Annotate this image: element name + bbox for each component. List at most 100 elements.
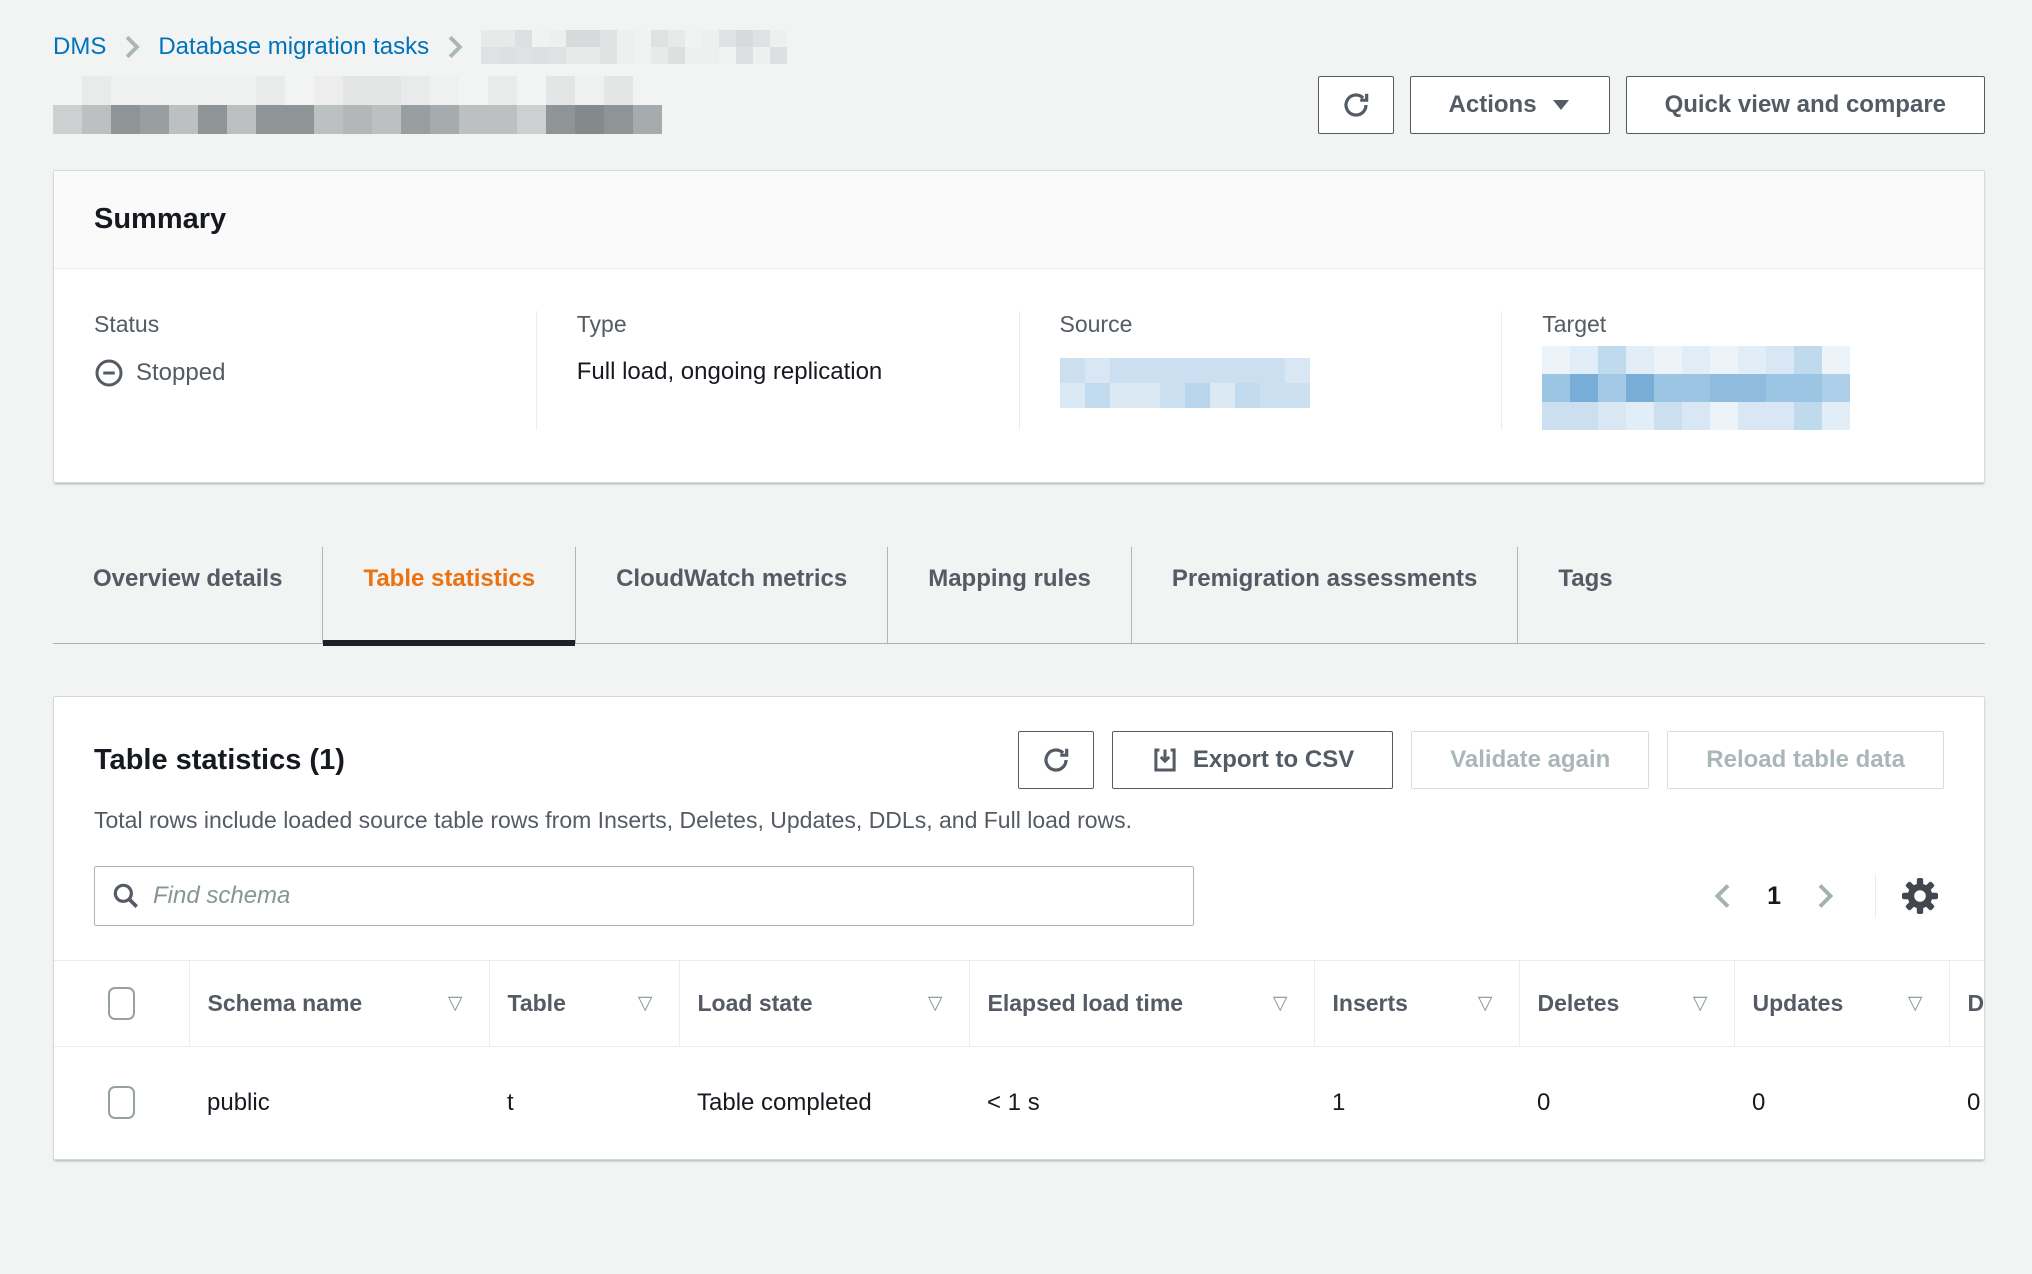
table-statistics-header: Table statistics (1) Export to CSV Valid… xyxy=(54,697,1984,789)
schema-search xyxy=(94,866,1194,926)
tab-table-statistics[interactable]: Table statistics xyxy=(323,547,576,643)
sort-icon: ▽ xyxy=(638,992,653,1015)
column-label: DDLs xyxy=(1968,990,1986,1017)
quick-view-compare-button[interactable]: Quick view and compare xyxy=(1626,76,1985,134)
chevron-right-icon xyxy=(122,34,142,60)
column-label: Schema name xyxy=(208,990,363,1017)
sort-load-state[interactable]: Load state ▽ xyxy=(698,990,969,1017)
sort-icon: ▽ xyxy=(1908,992,1923,1015)
pager-divider xyxy=(1875,874,1876,918)
sort-inserts[interactable]: Inserts ▽ xyxy=(1333,990,1519,1017)
next-page-button[interactable] xyxy=(1801,881,1851,911)
cell-ddls: 0 xyxy=(1949,1047,1985,1159)
column-label: Updates xyxy=(1753,990,1844,1017)
summary-body: Status Stopped Type Full load, ongoing r… xyxy=(54,269,1984,482)
summary-source-field: Source xyxy=(1019,311,1502,430)
tab-cloudwatch-metrics[interactable]: CloudWatch metrics xyxy=(576,547,888,643)
sort-updates[interactable]: Updates ▽ xyxy=(1753,990,1949,1017)
table-statistics-buttons: Export to CSV Validate again Reload tabl… xyxy=(1018,731,1944,789)
refresh-button[interactable] xyxy=(1318,76,1394,134)
sort-icon: ▽ xyxy=(448,992,463,1015)
target-label: Target xyxy=(1542,311,1954,338)
cell-elapsed-load-time: < 1 s xyxy=(969,1047,1314,1159)
reload-table-data-label: Reload table data xyxy=(1706,746,1905,774)
table-header-row: Schema name ▽ Table ▽ Load state ▽ xyxy=(54,961,1985,1047)
cell-load-state: Table completed xyxy=(679,1047,969,1159)
column-header-deletes: Deletes ▽ xyxy=(1519,961,1734,1047)
cell-schema-name: public xyxy=(189,1047,489,1159)
column-label: Table xyxy=(508,990,566,1017)
chevron-right-icon xyxy=(1815,881,1837,911)
chevron-left-icon xyxy=(1711,881,1733,911)
caret-down-icon xyxy=(1551,98,1571,112)
status-label: Status xyxy=(94,311,506,338)
select-all-checkbox[interactable] xyxy=(108,987,135,1020)
summary-type-field: Type Full load, ongoing replication xyxy=(536,311,1019,430)
type-value: Full load, ongoing replication xyxy=(577,358,989,386)
sort-icon: ▽ xyxy=(1693,992,1708,1015)
refresh-icon xyxy=(1340,89,1372,121)
column-header-schema-name: Schema name ▽ xyxy=(189,961,489,1047)
task-tabs: Overview details Table statistics CloudW… xyxy=(53,547,1985,644)
summary-target-field: Target xyxy=(1501,311,1984,430)
cell-inserts: 1 xyxy=(1314,1047,1519,1159)
table-statistics-description: Total rows include loaded source table r… xyxy=(54,789,1984,834)
table-toolbar: 1 xyxy=(54,834,1984,926)
status-value: Stopped xyxy=(94,358,506,388)
summary-status-field: Status Stopped xyxy=(54,311,536,430)
table-refresh-button[interactable] xyxy=(1018,731,1094,789)
status-text: Stopped xyxy=(136,359,225,387)
pagination: 1 xyxy=(1697,874,1944,918)
type-label: Type xyxy=(577,311,989,338)
export-csv-label: Export to CSV xyxy=(1193,746,1354,774)
sort-schema-name[interactable]: Schema name ▽ xyxy=(208,990,489,1017)
table-statistics-card: Table statistics (1) Export to CSV Valid… xyxy=(53,696,1985,1160)
breadcrumb-task-name-redacted xyxy=(481,30,787,64)
summary-title: Summary xyxy=(94,203,1944,236)
row-select-cell xyxy=(54,1047,189,1159)
quick-view-compare-label: Quick view and compare xyxy=(1665,91,1946,119)
previous-page-button[interactable] xyxy=(1697,881,1747,911)
page-title-redacted xyxy=(53,76,662,134)
sort-elapsed-load-time[interactable]: Elapsed load time ▽ xyxy=(988,990,1314,1017)
column-label: Deletes xyxy=(1538,990,1620,1017)
breadcrumb-tasks-link[interactable]: Database migration tasks xyxy=(158,33,429,61)
current-page-number[interactable]: 1 xyxy=(1755,882,1793,911)
breadcrumb-dms-link[interactable]: DMS xyxy=(53,33,106,61)
reload-table-data-button: Reload table data xyxy=(1667,731,1944,789)
column-label: Inserts xyxy=(1333,990,1408,1017)
dms-task-page: DMS Database migration tasks Actions xyxy=(0,0,2032,1160)
page-header: Actions Quick view and compare xyxy=(53,74,1985,136)
validate-again-button: Validate again xyxy=(1411,731,1649,789)
table-statistics-table: Schema name ▽ Table ▽ Load state ▽ xyxy=(54,960,1985,1159)
target-endpoint-link-redacted[interactable] xyxy=(1542,346,1850,430)
sort-table[interactable]: Table ▽ xyxy=(508,990,679,1017)
column-label: Elapsed load time xyxy=(988,990,1184,1017)
tab-overview-details[interactable]: Overview details xyxy=(53,547,323,643)
column-header-elapsed-load-time: Elapsed load time ▽ xyxy=(969,961,1314,1047)
column-header-inserts: Inserts ▽ xyxy=(1314,961,1519,1047)
source-endpoint-link-redacted[interactable] xyxy=(1060,358,1310,408)
tab-premigration-assessments[interactable]: Premigration assessments xyxy=(1132,547,1518,643)
find-schema-input[interactable] xyxy=(94,866,1194,926)
actions-dropdown-label: Actions xyxy=(1449,91,1537,119)
tab-mapping-rules[interactable]: Mapping rules xyxy=(888,547,1132,643)
table-row: public t Table completed < 1 s 1 0 0 0 xyxy=(54,1047,1985,1159)
tab-tags[interactable]: Tags xyxy=(1518,547,1652,643)
sort-icon: ▽ xyxy=(928,992,943,1015)
actions-dropdown-button[interactable]: Actions xyxy=(1410,76,1610,134)
sort-icon: ▽ xyxy=(1273,992,1288,1015)
sort-ddls[interactable]: DDLs ▽ xyxy=(1968,990,1986,1017)
table-statistics-title: Table statistics (1) xyxy=(94,744,345,777)
gear-icon xyxy=(1900,876,1940,916)
row-checkbox[interactable] xyxy=(108,1086,135,1119)
summary-card-header: Summary xyxy=(54,171,1984,269)
cell-deletes: 0 xyxy=(1519,1047,1734,1159)
target-value xyxy=(1542,346,1954,430)
sort-deletes[interactable]: Deletes ▽ xyxy=(1538,990,1734,1017)
export-csv-button[interactable]: Export to CSV xyxy=(1112,731,1393,789)
column-header-load-state: Load state ▽ xyxy=(679,961,969,1047)
chevron-right-icon xyxy=(445,34,465,60)
table-settings-button[interactable] xyxy=(1900,876,1940,916)
cell-updates: 0 xyxy=(1734,1047,1949,1159)
